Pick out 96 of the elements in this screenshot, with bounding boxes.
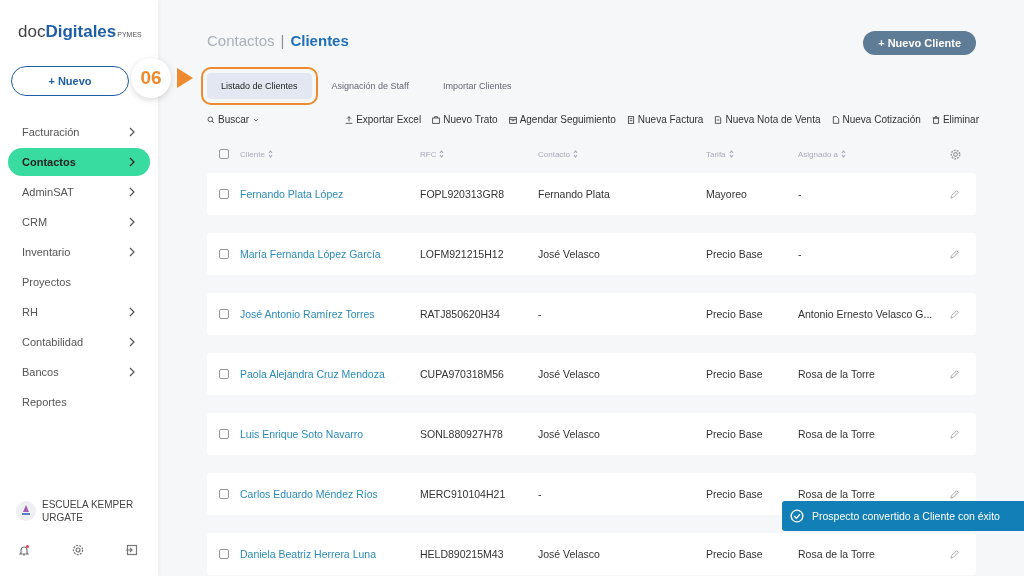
- tab[interactable]: Asignación de Staff: [317, 73, 423, 99]
- new-client-button[interactable]: + Nuevo Cliente: [863, 31, 976, 55]
- table-cell-text: Mayoreo: [706, 188, 748, 200]
- table-cell-text: LOFM921215H12: [420, 248, 505, 260]
- settings-icon[interactable]: [72, 544, 84, 556]
- client-link[interactable]: Luis Enrique Soto Navarro: [240, 428, 420, 440]
- toolbar-button[interactable]: Nuevo Trato: [432, 114, 498, 125]
- client-link[interactable]: Daniela Beatriz Herrera Luna: [240, 548, 420, 560]
- bell-icon[interactable]: [18, 544, 30, 556]
- row-checkbox[interactable]: [219, 249, 229, 259]
- trash-icon: [931, 115, 940, 124]
- calendar-icon: [508, 115, 517, 124]
- row-checkbox[interactable]: [219, 429, 229, 439]
- client-link[interactable]: Fernando Plata López: [240, 188, 420, 200]
- nav-item[interactable]: Facturación: [8, 118, 150, 146]
- nav-item[interactable]: CRM: [8, 208, 150, 236]
- toolbar-button[interactable]: Eliminar: [931, 114, 979, 125]
- table-cell-text: Rosa de la Torre: [798, 428, 876, 440]
- table-cell-text: Rosa de la Torre: [798, 548, 876, 560]
- file-icon: [831, 115, 840, 124]
- toolbar-button[interactable]: Nueva Factura: [626, 114, 704, 125]
- table-cell-text: José Velasco: [538, 368, 601, 380]
- table-cell-text: SONL880927H78: [420, 428, 504, 440]
- nav-item[interactable]: AdminSAT: [8, 178, 150, 206]
- table-cell-text: HELD890215M43: [420, 548, 505, 560]
- sort-icon[interactable]: [841, 150, 847, 158]
- table-cell-text: FOPL920313GR8: [420, 188, 506, 200]
- row-checkbox[interactable]: [219, 309, 229, 319]
- account-name: ESCUELA KEMPER URGATE: [42, 498, 135, 524]
- table-cell-text: Precio Base: [706, 308, 764, 320]
- search-dropdown[interactable]: Buscar: [207, 114, 261, 125]
- pointer-arrow-icon: [177, 68, 193, 88]
- client-link[interactable]: José Antonio Ramírez Torres: [240, 308, 420, 320]
- nav-item[interactable]: Bancos: [8, 358, 150, 386]
- check-circle-icon: [790, 509, 804, 523]
- sort-icon[interactable]: [439, 150, 445, 158]
- table-cell-text: José Velasco: [538, 428, 601, 440]
- toolbar-button[interactable]: Agendar Seguimiento: [508, 114, 616, 125]
- upload-icon: [345, 115, 354, 124]
- nav-item[interactable]: Reportes: [8, 388, 150, 416]
- table-cell-text: Rosa de la Torre: [798, 368, 876, 380]
- row-checkbox[interactable]: [219, 189, 229, 199]
- table-cell-text: Antonio Ernesto Velasco G...: [798, 308, 934, 320]
- table-cell-text: Fernando Plata: [538, 188, 611, 200]
- new-button[interactable]: + Nuevo: [11, 66, 129, 96]
- pencil-icon[interactable]: [950, 369, 960, 379]
- search-icon: [207, 115, 215, 124]
- toolbar-button[interactable]: Nueva Cotización: [831, 114, 921, 125]
- table-cell-text: Precio Base: [706, 248, 764, 260]
- toolbar-button[interactable]: Exportar Excel: [345, 114, 422, 125]
- step-badge: 06: [131, 58, 171, 98]
- nav-item[interactable]: Contactos: [8, 148, 150, 176]
- pencil-icon[interactable]: [950, 309, 960, 319]
- table-cell-text: -: [538, 308, 543, 320]
- row-checkbox[interactable]: [219, 369, 229, 379]
- settings-icon[interactable]: [950, 148, 961, 160]
- document-icon: [714, 115, 723, 124]
- table-cell-text: Precio Base: [706, 368, 764, 380]
- sort-icon[interactable]: [573, 150, 579, 158]
- page-title: Clientes: [290, 32, 349, 49]
- table-cell-text: José Velasco: [538, 248, 601, 260]
- table-cell-text: Precio Base: [706, 488, 764, 500]
- briefcase-icon: [432, 115, 441, 124]
- nav-item[interactable]: RH: [8, 298, 150, 326]
- row-checkbox[interactable]: [219, 549, 229, 559]
- pencil-icon[interactable]: [950, 429, 960, 439]
- sort-icon[interactable]: [267, 150, 273, 158]
- table-cell-text: Precio Base: [706, 548, 764, 560]
- table-cell-text: Precio Base: [706, 428, 764, 440]
- nav-item[interactable]: Contabilidad: [8, 328, 150, 356]
- pencil-icon[interactable]: [950, 249, 960, 259]
- toolbar-button[interactable]: Nueva Nota de Venta: [714, 114, 821, 125]
- client-link[interactable]: Paola Alejandra Cruz Mendoza: [240, 368, 420, 380]
- client-link[interactable]: Carlos Eduardo Méndez Ríos: [240, 488, 420, 500]
- pencil-icon[interactable]: [950, 189, 960, 199]
- breadcrumb-separator: |: [280, 32, 285, 49]
- table-cell-text: -: [538, 488, 543, 500]
- tab[interactable]: Importar Clientes: [428, 73, 526, 99]
- row-checkbox[interactable]: [219, 489, 229, 499]
- receipt-icon: [626, 115, 635, 124]
- nav-item[interactable]: Proyectos: [8, 268, 150, 296]
- pencil-icon[interactable]: [950, 489, 960, 499]
- select-all-checkbox[interactable]: [219, 149, 229, 159]
- table-cell-text: Rosa de la Torre: [798, 488, 876, 500]
- nav-item[interactable]: Inventario: [8, 238, 150, 266]
- table-cell-text: RATJ850620H34: [420, 308, 501, 320]
- client-link[interactable]: María Fernanda López García: [240, 248, 420, 260]
- table-cell-text: CUPA970318M56: [420, 368, 505, 380]
- table-cell-text: -: [798, 248, 803, 260]
- table-cell-text: José Velasco: [538, 548, 601, 560]
- table-cell-text: -: [798, 188, 803, 200]
- sort-icon[interactable]: [728, 150, 734, 158]
- pencil-icon[interactable]: [950, 549, 960, 559]
- logout-icon[interactable]: [126, 544, 138, 556]
- toast-message: Prospecto convertido a Cliente con éxito: [812, 510, 1000, 522]
- table-cell-text: MERC910104H21: [420, 488, 507, 500]
